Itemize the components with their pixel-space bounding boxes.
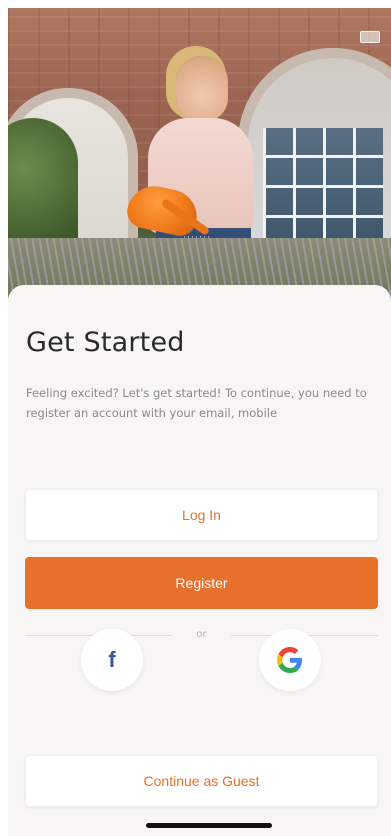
- facebook-login-button[interactable]: f: [81, 629, 143, 691]
- get-started-screen: Get Started Feeling excited? Let's get s…: [8, 8, 391, 836]
- continue-as-guest-button[interactable]: Continue as Guest: [25, 755, 378, 807]
- page-subtitle: Feeling excited? Let's get started! To c…: [26, 386, 367, 420]
- or-divider: or: [25, 628, 379, 642]
- login-button-label: Log In: [182, 507, 221, 523]
- hero-person-head: [176, 56, 228, 122]
- login-button[interactable]: Log In: [25, 489, 378, 541]
- hero-window: [263, 128, 383, 248]
- google-login-button[interactable]: [259, 629, 321, 691]
- facebook-icon: f: [108, 647, 116, 672]
- hero-photo: [8, 8, 391, 308]
- guest-button-label: Continue as Guest: [143, 773, 260, 789]
- divider-or-text: or: [196, 629, 207, 640]
- google-icon: [277, 647, 302, 673]
- bottom-sheet: Get Started Feeling excited? Let's get s…: [8, 285, 391, 836]
- page-title: Get Started: [26, 327, 185, 358]
- home-indicator[interactable]: [146, 823, 272, 828]
- battery-icon: [360, 31, 380, 43]
- register-button[interactable]: Register: [25, 557, 378, 609]
- register-button-label: Register: [175, 575, 228, 591]
